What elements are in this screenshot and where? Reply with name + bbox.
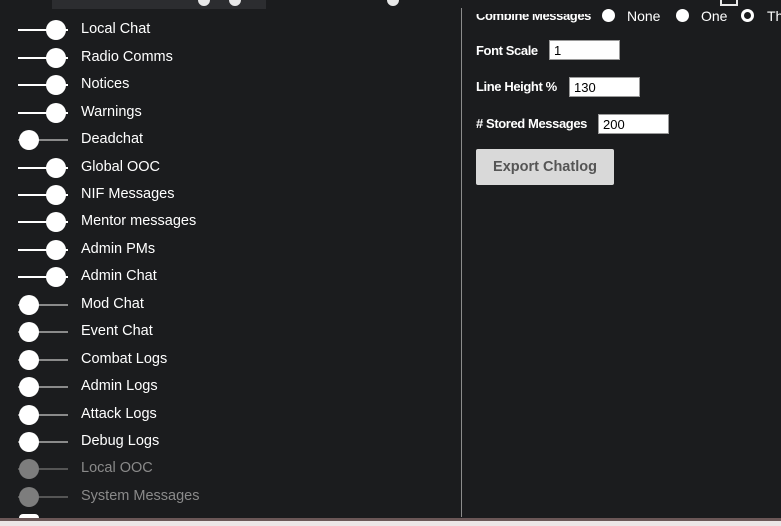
- toggle-switch[interactable]: [18, 267, 68, 287]
- radio-none[interactable]: [602, 9, 615, 22]
- font-scale-input[interactable]: [549, 40, 620, 60]
- font-scale-label: Font Scale: [476, 43, 538, 58]
- toggle-row-combat-logs: Combat Logs: [18, 347, 438, 375]
- export-chatlog-button[interactable]: Export Chatlog: [476, 149, 614, 185]
- channel-toggle-list: Local Chat Radio Comms Notices Warnings …: [0, 0, 460, 518]
- toggle-row-local-ooc: Local OOC: [18, 456, 438, 484]
- toggle-label: Global OOC: [81, 159, 160, 175]
- toggle-label: Mentor messages: [81, 213, 197, 229]
- toggle-row-warnings: Warnings: [18, 100, 438, 128]
- toggle-label: Deadchat: [81, 131, 144, 147]
- combine-messages-label: Combine Messages: [476, 8, 591, 23]
- stored-messages-input[interactable]: [598, 114, 669, 134]
- toggle-row-system-messages: System Messages: [18, 484, 438, 512]
- toggle-row-local-chat: Local Chat: [18, 17, 438, 45]
- toggle-switch[interactable]: [18, 377, 68, 397]
- toggle-switch[interactable]: [18, 103, 68, 123]
- toggle-label: Combat Logs: [81, 351, 168, 367]
- toggle-switch: [18, 487, 68, 507]
- toggle-label: Admin PMs: [81, 241, 156, 257]
- toggle-label: Radio Comms: [81, 49, 173, 65]
- toggle-switch[interactable]: [18, 405, 68, 425]
- radio-label-one: One: [701, 8, 728, 24]
- toggle-row-mentor-messages: Mentor messages: [18, 209, 438, 237]
- toggle-switch[interactable]: [18, 20, 68, 40]
- radio-th[interactable]: [741, 9, 754, 22]
- toggle-label: Local OOC: [81, 460, 153, 476]
- toggle-label: Notices: [81, 76, 130, 92]
- toggle-row-global-ooc: Global OOC: [18, 155, 438, 183]
- toggle-switch[interactable]: [18, 350, 68, 370]
- toggle-row-admin-pms: Admin PMs: [18, 237, 438, 265]
- toggle-switch[interactable]: [18, 158, 68, 178]
- line-height-input[interactable]: [569, 77, 640, 97]
- radio-one[interactable]: [676, 9, 689, 22]
- panel-divider: [461, 8, 462, 517]
- toggle-switch[interactable]: [18, 295, 68, 315]
- toggle-row-notices: Notices: [18, 72, 438, 100]
- toggle-switch: [18, 459, 68, 479]
- toggle-label: Debug Logs: [81, 433, 160, 449]
- toggle-label: System Messages: [81, 488, 200, 504]
- toggle-row-admin-logs: Admin Logs: [18, 374, 438, 402]
- toggle-row-nif-messages: NIF Messages: [18, 182, 438, 210]
- toggle-switch[interactable]: [18, 48, 68, 68]
- toggle-row-admin-chat: Admin Chat: [18, 264, 438, 292]
- toggle-label: Mod Chat: [81, 296, 144, 312]
- toggle-label: Warnings: [81, 104, 142, 120]
- toggle-switch[interactable]: [18, 322, 68, 342]
- toggle-label: Admin Chat: [81, 268, 157, 284]
- toggle-row-debug-logs: Debug Logs: [18, 429, 438, 457]
- toggle-row-mod-chat: Mod Chat: [18, 292, 438, 320]
- toggle-switch[interactable]: [18, 185, 68, 205]
- radio-label-none: None: [627, 8, 661, 24]
- toggle-label: Local Chat: [81, 21, 151, 37]
- toggle-label: Event Chat: [81, 323, 153, 339]
- line-height-label: Line Height %: [476, 79, 557, 94]
- toggle-switch[interactable]: [18, 240, 68, 260]
- toggle-switch[interactable]: [18, 130, 68, 150]
- radio-label-th: Th: [767, 8, 781, 24]
- toggle-row-deadchat: Deadchat: [18, 127, 438, 155]
- toggle-switch[interactable]: [18, 75, 68, 95]
- toggle-label: NIF Messages: [81, 186, 175, 202]
- stored-messages-label: # Stored Messages: [476, 116, 587, 131]
- settings-panel: Combine Messages None One Th Font Scale …: [476, 0, 781, 517]
- toggle-row-radio-comms: Radio Comms: [18, 45, 438, 73]
- toggle-row-attack-logs: Attack Logs: [18, 402, 438, 430]
- toggle-row-event-chat: Event Chat: [18, 319, 438, 347]
- toggle-switch[interactable]: [18, 432, 68, 452]
- toggle-label: Attack Logs: [81, 406, 157, 422]
- toggle-switch[interactable]: [18, 212, 68, 232]
- toggle-label: Admin Logs: [81, 378, 158, 394]
- bottom-strip: [0, 521, 781, 526]
